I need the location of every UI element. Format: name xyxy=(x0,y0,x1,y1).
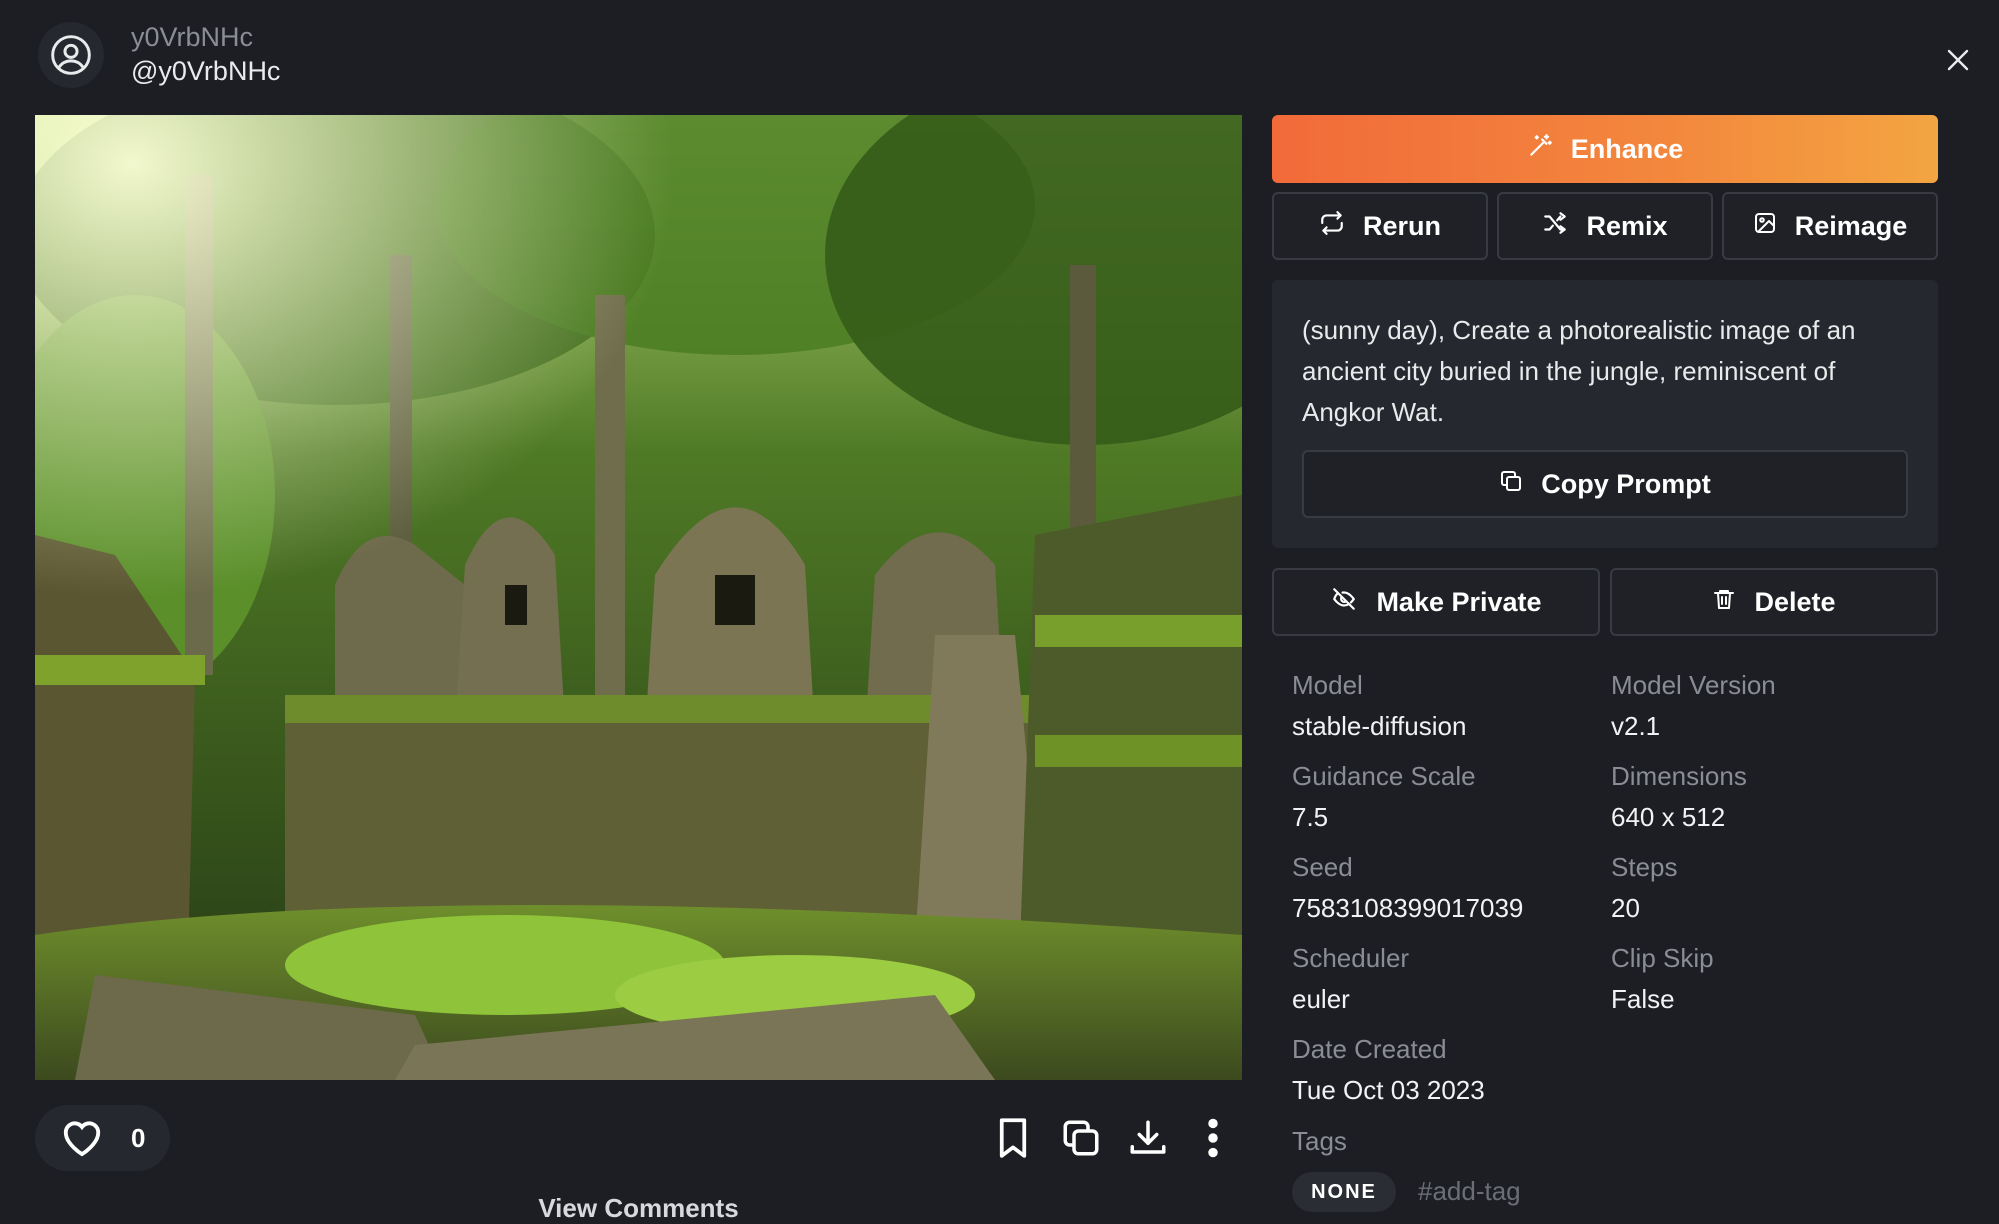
prompt-card: (sunny day), Create a photorealistic ima… xyxy=(1272,280,1938,548)
generated-image[interactable] xyxy=(35,115,1242,1080)
bookmark-icon[interactable] xyxy=(985,1110,1041,1166)
copy-small-icon xyxy=(1499,469,1523,500)
copy-prompt-label: Copy Prompt xyxy=(1541,468,1711,499)
scheduler-label: Scheduler xyxy=(1292,943,1410,973)
model-label: Model xyxy=(1292,670,1363,700)
model-version-value: v2.1 xyxy=(1611,711,1661,741)
clip-skip-label: Clip Skip xyxy=(1611,943,1714,973)
like-button[interactable]: 0 xyxy=(35,1105,170,1171)
shuffle-icon xyxy=(1542,210,1568,243)
copy-icon[interactable] xyxy=(1053,1110,1109,1166)
view-comments-link[interactable]: View Comments xyxy=(0,1193,1277,1224)
date-created-label: Date Created xyxy=(1292,1034,1447,1064)
make-private-button[interactable]: Make Private xyxy=(1272,568,1600,636)
image-icon xyxy=(1753,211,1777,242)
steps-value: 20 xyxy=(1611,893,1640,923)
delete-button[interactable]: Delete xyxy=(1610,568,1938,636)
close-icon[interactable] xyxy=(1940,42,1976,78)
enhance-label: Enhance xyxy=(1570,133,1684,164)
eye-off-icon xyxy=(1330,586,1358,619)
guidance-scale-value: 7.5 xyxy=(1292,802,1329,832)
magic-wand-icon xyxy=(1527,133,1553,166)
image-detail-modal: y0VrbNHc @y0VrbNHc 0 View Comments Enhan… xyxy=(0,0,1999,1224)
trash-icon xyxy=(1712,586,1736,619)
repeat-icon xyxy=(1319,210,1345,243)
user-name: y0VrbNHc xyxy=(131,22,254,52)
user-avatar-icon[interactable] xyxy=(38,22,104,88)
seed-value: 7583108399017039 xyxy=(1292,893,1524,923)
reimage-label: Reimage xyxy=(1794,210,1908,241)
copy-prompt-button[interactable]: Copy Prompt xyxy=(1302,450,1908,518)
remix-label: Remix xyxy=(1586,210,1668,241)
enhance-button[interactable]: Enhance xyxy=(1272,115,1938,183)
scheduler-value: euler xyxy=(1292,984,1350,1014)
prompt-text: (sunny day), Create a photorealistic ima… xyxy=(1302,315,1856,427)
dimensions-label: Dimensions xyxy=(1611,761,1747,791)
seed-label: Seed xyxy=(1292,852,1353,882)
rerun-label: Rerun xyxy=(1362,210,1441,241)
download-icon[interactable] xyxy=(1120,1110,1176,1166)
dimensions-value: 640 x 512 xyxy=(1611,802,1726,832)
delete-label: Delete xyxy=(1754,586,1836,617)
tags-label: Tags xyxy=(1292,1126,1347,1156)
clip-skip-value: False xyxy=(1611,984,1675,1014)
add-tag-link[interactable]: #add-tag xyxy=(1418,1176,1521,1207)
model-version-label: Model Version xyxy=(1611,670,1776,700)
remix-button[interactable]: Remix xyxy=(1497,192,1713,260)
user-handle[interactable]: @y0VrbNHc xyxy=(131,56,280,87)
heart-icon xyxy=(59,1115,105,1162)
more-vertical-icon[interactable] xyxy=(1185,1110,1241,1166)
make-private-label: Make Private xyxy=(1376,586,1542,617)
date-created-value: Tue Oct 03 2023 xyxy=(1292,1075,1485,1105)
rerun-button[interactable]: Rerun xyxy=(1272,192,1488,260)
steps-label: Steps xyxy=(1611,852,1678,882)
guidance-scale-label: Guidance Scale xyxy=(1292,761,1476,791)
reimage-button[interactable]: Reimage xyxy=(1722,192,1938,260)
model-value: stable-diffusion xyxy=(1292,711,1467,741)
tag-badge-none: NONE xyxy=(1292,1172,1396,1212)
like-count: 0 xyxy=(131,1122,146,1153)
